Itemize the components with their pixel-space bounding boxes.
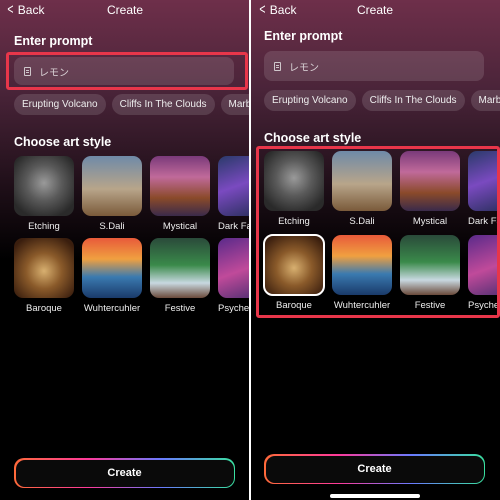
style-thumbnail <box>150 238 210 298</box>
style-tile-sdali[interactable]: S.Dali <box>332 151 392 227</box>
style-thumbnail <box>263 234 325 296</box>
style-label: Wuhtercuhler <box>83 303 141 314</box>
prompt-section-title: Enter prompt <box>264 29 343 43</box>
style-label: Mystical <box>162 221 198 232</box>
style-tile-psychedelic[interactable]: Psychedelic <box>468 235 500 311</box>
chip-erupting-volcano[interactable]: Erupting Volcano <box>264 90 356 111</box>
screen-left: < Back Create Enter prompt レモン Erupting … <box>0 0 250 500</box>
style-label: Etching <box>28 221 60 232</box>
style-label: Psychedelic <box>468 300 500 311</box>
style-tile-dark-fantasy[interactable]: Dark Fantasy <box>468 151 500 227</box>
style-label: Festive <box>414 300 446 311</box>
style-thumbnail <box>264 151 324 211</box>
style-label: Baroque <box>276 300 312 311</box>
art-style-section-title: Choose art style <box>14 135 112 149</box>
chip-cliffs-in-the-clouds[interactable]: Cliffs In The Clouds <box>111 94 215 115</box>
style-tile-wuhtercuhler[interactable]: Wuhtercuhler <box>82 238 142 314</box>
screen-right: < Back Create Enter prompt レモン Erupting … <box>250 0 500 500</box>
style-thumbnail <box>400 235 460 295</box>
style-tile-baroque-selected[interactable]: Baroque <box>263 234 325 311</box>
prompt-value: レモン <box>39 67 69 79</box>
style-tile-dark-fantasy[interactable]: Dark Fantasy <box>218 156 250 232</box>
style-thumbnail <box>82 156 142 216</box>
style-thumbnail <box>14 238 74 298</box>
style-thumbnail <box>82 238 142 298</box>
style-label: Etching <box>278 216 310 227</box>
style-label: Wuhtercuhler <box>333 300 391 311</box>
panel-divider <box>249 0 251 500</box>
style-tile-festive[interactable]: Festive <box>150 238 210 314</box>
style-tile-festive[interactable]: Festive <box>400 235 460 311</box>
style-thumbnail <box>218 238 250 298</box>
create-button-label: Create <box>265 455 484 483</box>
style-label: Baroque <box>26 303 62 314</box>
style-label: Psychedelic <box>218 303 250 314</box>
prompt-input[interactable]: レモン <box>264 51 484 81</box>
style-label: S.Dali <box>349 216 375 227</box>
page-title: Create <box>356 3 394 17</box>
art-style-section-title: Choose art style <box>264 131 362 145</box>
document-icon <box>274 61 281 71</box>
chip-cliffs-in-the-clouds[interactable]: Cliffs In The Clouds <box>361 90 465 111</box>
page-title: Create <box>106 3 144 17</box>
style-tile-etching[interactable]: Etching <box>14 156 74 232</box>
nav-bar: < Back Create <box>250 0 500 20</box>
suggestion-chips: Erupting Volcano Cliffs In The Clouds Ma… <box>264 90 500 111</box>
prompt-value: レモン <box>289 62 319 74</box>
create-button[interactable]: Create <box>14 458 235 488</box>
create-button[interactable]: Create <box>264 454 485 484</box>
style-label: Dark Fantasy <box>218 221 250 232</box>
style-thumbnail <box>14 156 74 216</box>
chip-marble[interactable]: Marble <box>220 94 250 115</box>
chip-marble[interactable]: Marble <box>470 90 500 111</box>
style-tile-mystical[interactable]: Mystical <box>150 156 210 232</box>
prompt-input[interactable]: レモン <box>14 57 234 85</box>
style-label: S.Dali <box>99 221 125 232</box>
suggestion-chips: Erupting Volcano Cliffs In The Clouds Ma… <box>14 94 250 115</box>
style-label: Mystical <box>412 216 448 227</box>
style-thumbnail <box>150 156 210 216</box>
style-label: Dark Fantasy <box>468 216 500 227</box>
style-label: Festive <box>164 303 196 314</box>
style-tile-etching[interactable]: Etching <box>264 151 324 227</box>
prompt-section-title: Enter prompt <box>14 34 93 48</box>
style-tile-wuhtercuhler[interactable]: Wuhtercuhler <box>332 235 392 311</box>
style-tile-sdali[interactable]: S.Dali <box>82 156 142 232</box>
style-thumbnail <box>332 151 392 211</box>
nav-bar: < Back Create <box>0 0 250 20</box>
style-tile-mystical[interactable]: Mystical <box>400 151 460 227</box>
create-button-label: Create <box>15 459 234 487</box>
home-indicator <box>330 494 420 498</box>
chip-erupting-volcano[interactable]: Erupting Volcano <box>14 94 106 115</box>
style-thumbnail <box>218 156 250 216</box>
style-thumbnail <box>400 151 460 211</box>
style-thumbnail <box>468 235 500 295</box>
style-tile-psychedelic[interactable]: Psychedelic <box>218 238 250 314</box>
style-thumbnail <box>332 235 392 295</box>
document-icon <box>24 66 31 76</box>
style-thumbnail <box>468 151 500 211</box>
style-tile-baroque[interactable]: Baroque <box>14 238 74 314</box>
